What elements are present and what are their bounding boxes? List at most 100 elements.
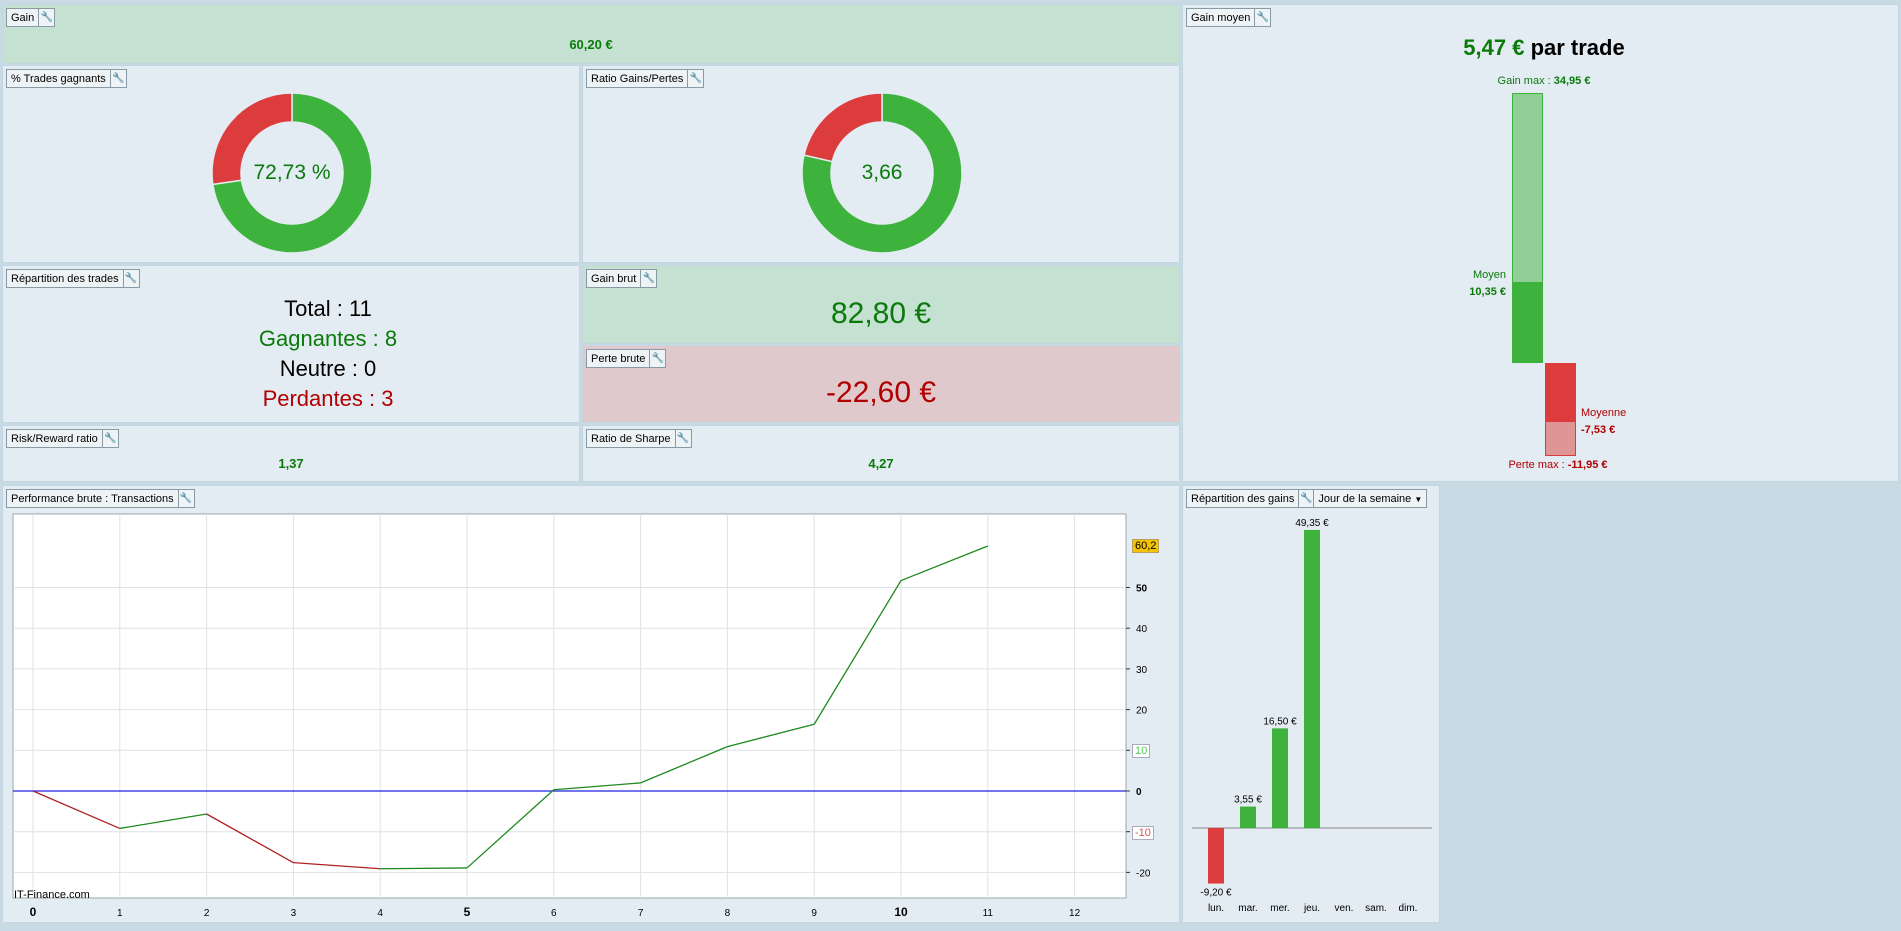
x-tick-label: 8 xyxy=(725,908,731,919)
x-tick-label: 11 xyxy=(983,908,994,919)
neutral-count: Neutre : 0 xyxy=(279,356,377,381)
y-tick-label: 0 xyxy=(1136,787,1142,798)
perte-max-label: Perte max : -11,95 € xyxy=(1458,459,1658,471)
sharpe-tab[interactable]: Ratio de Sharpe 🔧 xyxy=(586,429,692,448)
x-tick-label: 5 xyxy=(464,905,471,919)
wrench-icon[interactable]: 🔧 xyxy=(641,270,656,287)
category-label: mer. xyxy=(1270,903,1289,914)
x-tick-label: 1 xyxy=(117,908,123,919)
watermark: IT-Finance.com xyxy=(14,889,90,901)
y-tick-label: 30 xyxy=(1136,665,1148,676)
wrench-icon[interactable]: 🔧 xyxy=(1255,9,1270,26)
total-count: Total : 11 xyxy=(284,296,372,321)
gain-moyen-tab[interactable]: Gain moyen 🔧 xyxy=(1186,8,1272,27)
gain-brut-panel: Gain brut 🔧 82,80 € xyxy=(582,265,1180,344)
x-tick-label: 9 xyxy=(811,908,817,919)
winning-count: Gagnantes : 8 xyxy=(258,326,398,351)
y-tick-label: 20 xyxy=(1136,706,1148,717)
moyenne-value: -7,53 € xyxy=(1581,424,1616,436)
category-label: ven. xyxy=(1335,903,1354,914)
bar-mer xyxy=(1272,728,1288,828)
x-tick-label: 3 xyxy=(291,908,297,919)
panel-title: Répartition des trades xyxy=(7,270,124,287)
last-value-badge: 60,2 xyxy=(1132,539,1160,553)
bar-lun xyxy=(1208,828,1224,884)
panel-title: Gain moyen xyxy=(1187,9,1256,26)
gain-value: 60,20 € xyxy=(569,37,613,52)
gain-max-label: Gain max : 34,95 € xyxy=(1444,75,1644,87)
gains-distribution-panel: Répartition des gains 🔧 Jour de la semaine… xyxy=(1182,485,1440,923)
category-label: dim. xyxy=(1399,903,1418,914)
bar-value-label: 16,50 € xyxy=(1263,716,1297,727)
category-label: jeu. xyxy=(1303,903,1320,914)
risk-reward-panel: Risk/Reward ratio 🔧 1,37 xyxy=(2,425,580,482)
perte-brute-tab[interactable]: Perte brute 🔧 xyxy=(586,349,667,368)
panel-title: Perte brute xyxy=(587,350,651,367)
gain-tab[interactable]: Gain 🔧 xyxy=(6,8,56,27)
x-tick-label: 12 xyxy=(1069,908,1081,919)
gain-max-value: 34,95 € xyxy=(1553,75,1591,87)
x-tick-label: 4 xyxy=(377,908,383,919)
plot-area xyxy=(12,513,1127,899)
gain-brut-tab[interactable]: Gain brut 🔧 xyxy=(586,269,658,288)
y-tick-label: 50 xyxy=(1136,584,1148,595)
ratio-value: 3,66 xyxy=(861,161,903,184)
bar-mar xyxy=(1240,806,1256,828)
positive-marker: 10 xyxy=(1132,744,1151,758)
gains-distribution-chart: -9,20 € lun. 3,55 € mar. 16,50 € mer. 49,35 € j… xyxy=(1192,518,1432,914)
repartition-tab[interactable]: Répartition des trades 🔧 xyxy=(6,269,140,288)
panel-title: Gain brut xyxy=(587,270,642,287)
bar-jeu xyxy=(1304,529,1320,828)
loss-average-bar xyxy=(1545,363,1576,422)
win-pct-value: 72,73 % xyxy=(253,161,331,184)
wrench-icon[interactable]: 🔧 xyxy=(103,430,118,447)
sharpe-value: 4,27 xyxy=(868,456,894,471)
wrench-icon[interactable]: 🔧 xyxy=(650,350,665,367)
y-tick-label: -20 xyxy=(1136,868,1151,879)
gain-max-bar xyxy=(1512,93,1543,283)
risk-reward-value: 1,37 xyxy=(278,456,304,471)
bar-value-label: 49,35 € xyxy=(1295,518,1329,529)
average-gain-headline: 5,47 € par trade xyxy=(1394,35,1694,61)
gain-max-caption: Gain max : xyxy=(1497,75,1554,87)
x-tick-label: 0 xyxy=(30,905,37,919)
category-label: lun. xyxy=(1208,903,1224,914)
performance-chart[interactable]: 0 1 2 3 4 5 6 7 8 9 10 11 12-20020304050 xyxy=(3,486,1181,924)
ratio-panel: Ratio Gains/Pertes 🔧 3,66 xyxy=(582,65,1180,263)
x-tick-label: 6 xyxy=(551,908,557,919)
category-label: sam. xyxy=(1365,903,1387,914)
donut-loss-slice xyxy=(803,92,883,163)
wrench-icon[interactable]: 🔧 xyxy=(124,270,139,287)
performance-panel: Performance brute : Transactions 🔧 012345… xyxy=(2,485,1180,923)
wrench-icon[interactable]: 🔧 xyxy=(676,430,691,447)
sharpe-panel: Ratio de Sharpe 🔧 4,27 xyxy=(582,425,1180,482)
risk-reward-tab[interactable]: Risk/Reward ratio 🔧 xyxy=(6,429,119,448)
win-pct-panel: % Trades gagnants 🔧 72,73 % xyxy=(2,65,580,263)
perte-max-value: -11,95 € xyxy=(1567,459,1608,471)
panel-title: Ratio de Sharpe xyxy=(587,430,676,447)
x-tick-label: 7 xyxy=(638,908,644,919)
bar-value-label: -9,20 € xyxy=(1200,888,1232,899)
x-tick-label: 10 xyxy=(894,905,908,919)
wrench-icon[interactable]: 🔧 xyxy=(39,9,54,26)
perte-brute-value: -22,60 € xyxy=(825,376,937,409)
bar-value-label: 3,55 € xyxy=(1234,795,1262,806)
panel-title: Gain xyxy=(7,9,40,26)
loss-max-bar xyxy=(1545,422,1576,456)
performance-segment xyxy=(380,867,468,870)
panel-title: Risk/Reward ratio xyxy=(7,430,103,447)
gain-moyen-panel: Gain moyen 🔧 5,47 € par trade Gain max : … xyxy=(1182,4,1899,482)
perte-brute-panel: Perte brute 🔧 -22,60 € xyxy=(582,345,1180,423)
moyen-label: Moyen xyxy=(1472,269,1506,281)
gain-brut-value: 82,80 € xyxy=(830,297,932,330)
moyen-value: 10,35 € xyxy=(1469,286,1506,298)
y-tick-label: 40 xyxy=(1136,624,1148,635)
repartition-panel: Répartition des trades 🔧 Total : 11 Gagna… xyxy=(2,265,580,423)
negative-marker: -10 xyxy=(1132,826,1154,840)
category-label: mar. xyxy=(1238,903,1257,914)
losing-count: Perdantes : 3 xyxy=(262,386,394,411)
average-gain-value: 5,47 € xyxy=(1463,35,1525,60)
moyenne-label: Moyenne xyxy=(1581,407,1627,419)
gain-average-bar xyxy=(1512,283,1543,363)
x-tick-label: 2 xyxy=(204,908,210,919)
